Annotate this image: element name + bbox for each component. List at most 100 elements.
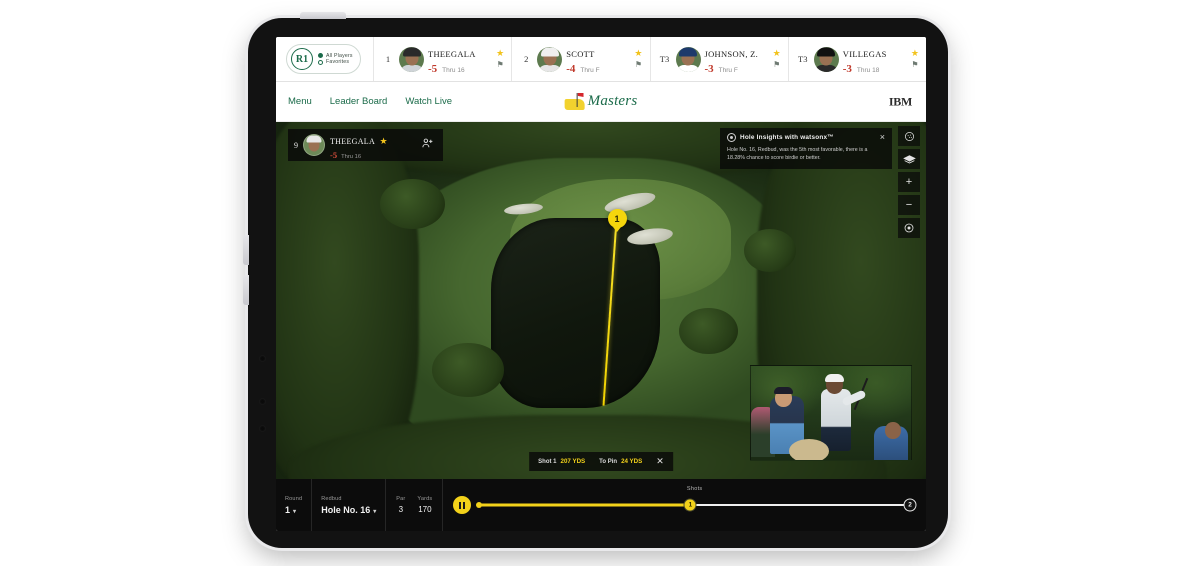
filter-option-favorites[interactable]: Favorites (318, 59, 353, 66)
round-filter[interactable]: R1 All Players Favorites (276, 37, 374, 81)
round-badge: R1 (291, 48, 313, 70)
course-label: Redbud (321, 495, 342, 502)
player-thru: Thru F (718, 66, 738, 74)
par-label: Par (396, 496, 406, 502)
round-value-wrap: 1 ▾ (285, 505, 302, 515)
filter-label-favorites: Favorites (326, 59, 350, 65)
hole-value-wrap: Hole No. 16 ▾ (321, 505, 376, 515)
volume-up-button[interactable] (243, 235, 249, 265)
player-score: -3 (704, 62, 714, 75)
hole-insights-body: Hole No. 16, Redbud, was the 5th most fa… (727, 147, 868, 162)
volume-down-button[interactable] (243, 275, 249, 305)
avatar (813, 46, 839, 72)
par-info: Par 3 (396, 496, 405, 514)
player-score: -5 (428, 62, 438, 75)
flag-icon[interactable]: ⚑ (497, 61, 504, 69)
layers-icon[interactable] (898, 149, 920, 169)
zoom-in-icon[interactable]: + (898, 172, 920, 192)
player-name: JOHNSON, Z. (704, 48, 759, 59)
nav-link-leader-board[interactable]: Leader Board (330, 96, 388, 107)
shot-info-bar: Shot 1 207 YDS To Pin 24 YDS ✕ (529, 452, 673, 471)
masters-brand[interactable]: Masters (564, 92, 638, 111)
player-position: T3 (798, 54, 808, 64)
hole-insights-header: Hole Insights with watsonx™ × (727, 133, 885, 142)
timeline-node-2[interactable]: 2 (903, 498, 917, 512)
shot-marker-1[interactable]: 1 (607, 209, 627, 229)
nav-link-watch-live[interactable]: Watch Live (405, 96, 452, 107)
radio-dot-icon (318, 53, 323, 59)
pause-button[interactable] (453, 496, 472, 514)
tree (380, 179, 445, 230)
hole-selector[interactable]: Redbud Hole No. 16 ▾ (312, 479, 387, 531)
round-label: Round (285, 495, 303, 502)
spectator-cap (774, 386, 794, 394)
player-card-name: THEEGALA (330, 136, 376, 146)
timeline-start-dot (476, 502, 483, 508)
player-thru: Thru F (580, 66, 600, 74)
brand-text: Masters (587, 93, 638, 109)
flag-icon[interactable]: ⚑ (773, 61, 780, 69)
hole-insights-panel[interactable]: Hole Insights with watsonx™ × Hole No. 1… (720, 128, 892, 170)
golf-ball-icon[interactable] (898, 126, 920, 146)
add-player-icon[interactable] (421, 137, 437, 153)
close-icon[interactable]: ✕ (656, 457, 664, 466)
timeline-label: Shots (686, 486, 703, 492)
flag-icon[interactable]: ⚑ (635, 61, 642, 69)
power-button[interactable] (300, 12, 346, 19)
yards-label: Yards (417, 496, 433, 502)
masters-logo-icon (564, 92, 585, 111)
shots-timeline-area: Shots 1 2 (443, 479, 926, 531)
locate-icon[interactable] (898, 218, 920, 238)
star-icon[interactable]: ★ (911, 49, 919, 58)
camera-dot (259, 398, 266, 405)
player-card-overlay[interactable]: 9 THEEGALA ★ -5 Thru 16 (288, 129, 443, 161)
player-card-position: 9 (294, 140, 298, 150)
leaderboard-player-3[interactable]: T3 JOHNSON, Z. -3 Thru F ★ ⚑ (651, 37, 789, 81)
zoom-out-icon[interactable]: − (898, 195, 920, 215)
hole-map-stage[interactable]: 1 9 THEEGALA ★ -5 Thru 16 Hole Insights … (276, 122, 926, 479)
player-card-star-icon[interactable]: ★ (380, 136, 388, 146)
leaderboard-strip: R1 All Players Favorites 1 THEEGALA -5 T… (276, 37, 926, 82)
tree (679, 307, 738, 355)
camera-dot (259, 355, 266, 362)
shots-timeline[interactable]: Shots 1 2 (476, 486, 917, 514)
yards-value: 170 (418, 505, 432, 514)
avatar (537, 46, 563, 72)
leaderboard-player-4[interactable]: T3 VILLEGAS -3 Thru 18 ★ ⚑ (789, 37, 926, 81)
nav-link-menu[interactable]: Menu (288, 96, 312, 107)
close-icon[interactable]: × (880, 133, 885, 142)
to-pin-value: 24 YDS (621, 458, 643, 465)
player-name: VILLEGAS (842, 48, 887, 59)
star-icon[interactable]: ★ (773, 49, 781, 58)
tablet-screen: R1 All Players Favorites 1 THEEGALA -5 T… (276, 37, 926, 531)
player-score: -3 (842, 62, 852, 75)
tree (744, 229, 796, 272)
hole-value: Hole No. 16 (321, 504, 371, 515)
star-icon[interactable]: ★ (634, 49, 642, 58)
spectator-sun-hat (789, 438, 830, 460)
round-filter-pill[interactable]: R1 All Players Favorites (286, 44, 361, 74)
player-position: 2 (524, 54, 529, 64)
par-yards-info: Par 3 Yards 170 (386, 479, 444, 531)
to-pin-label: To Pin (599, 459, 618, 465)
round-value: 1 (285, 504, 291, 515)
round-selector[interactable]: Round 1 ▾ (276, 479, 313, 531)
timeline-node-1[interactable]: 1 (683, 498, 697, 512)
player-card-thru: Thru 16 (341, 153, 362, 160)
nav-links: Menu Leader Board Watch Live (288, 96, 452, 107)
flag-icon[interactable]: ⚑ (911, 61, 918, 69)
player-name: THEEGALA (428, 48, 476, 59)
tree (432, 343, 504, 397)
par-value: 3 (398, 505, 404, 514)
live-video-thumbnail[interactable] (750, 365, 912, 461)
leaderboard-player-1[interactable]: 1 THEEGALA -5 Thru 16 ★ ⚑ (374, 37, 513, 81)
star-icon[interactable]: ★ (496, 49, 504, 58)
player-position: T3 (659, 54, 670, 64)
player-name: SCOTT (566, 48, 595, 59)
player-card-score: -5 (330, 149, 338, 160)
leaderboard-player-2[interactable]: 2 SCOTT -4 Thru F ★ ⚑ (512, 37, 651, 81)
to-pin-distance: To Pin 24 YDS (599, 458, 642, 465)
player-thru: Thru 18 (856, 66, 880, 74)
water-hazard-pond (490, 218, 660, 408)
chevron-down-icon: ▾ (293, 508, 297, 515)
